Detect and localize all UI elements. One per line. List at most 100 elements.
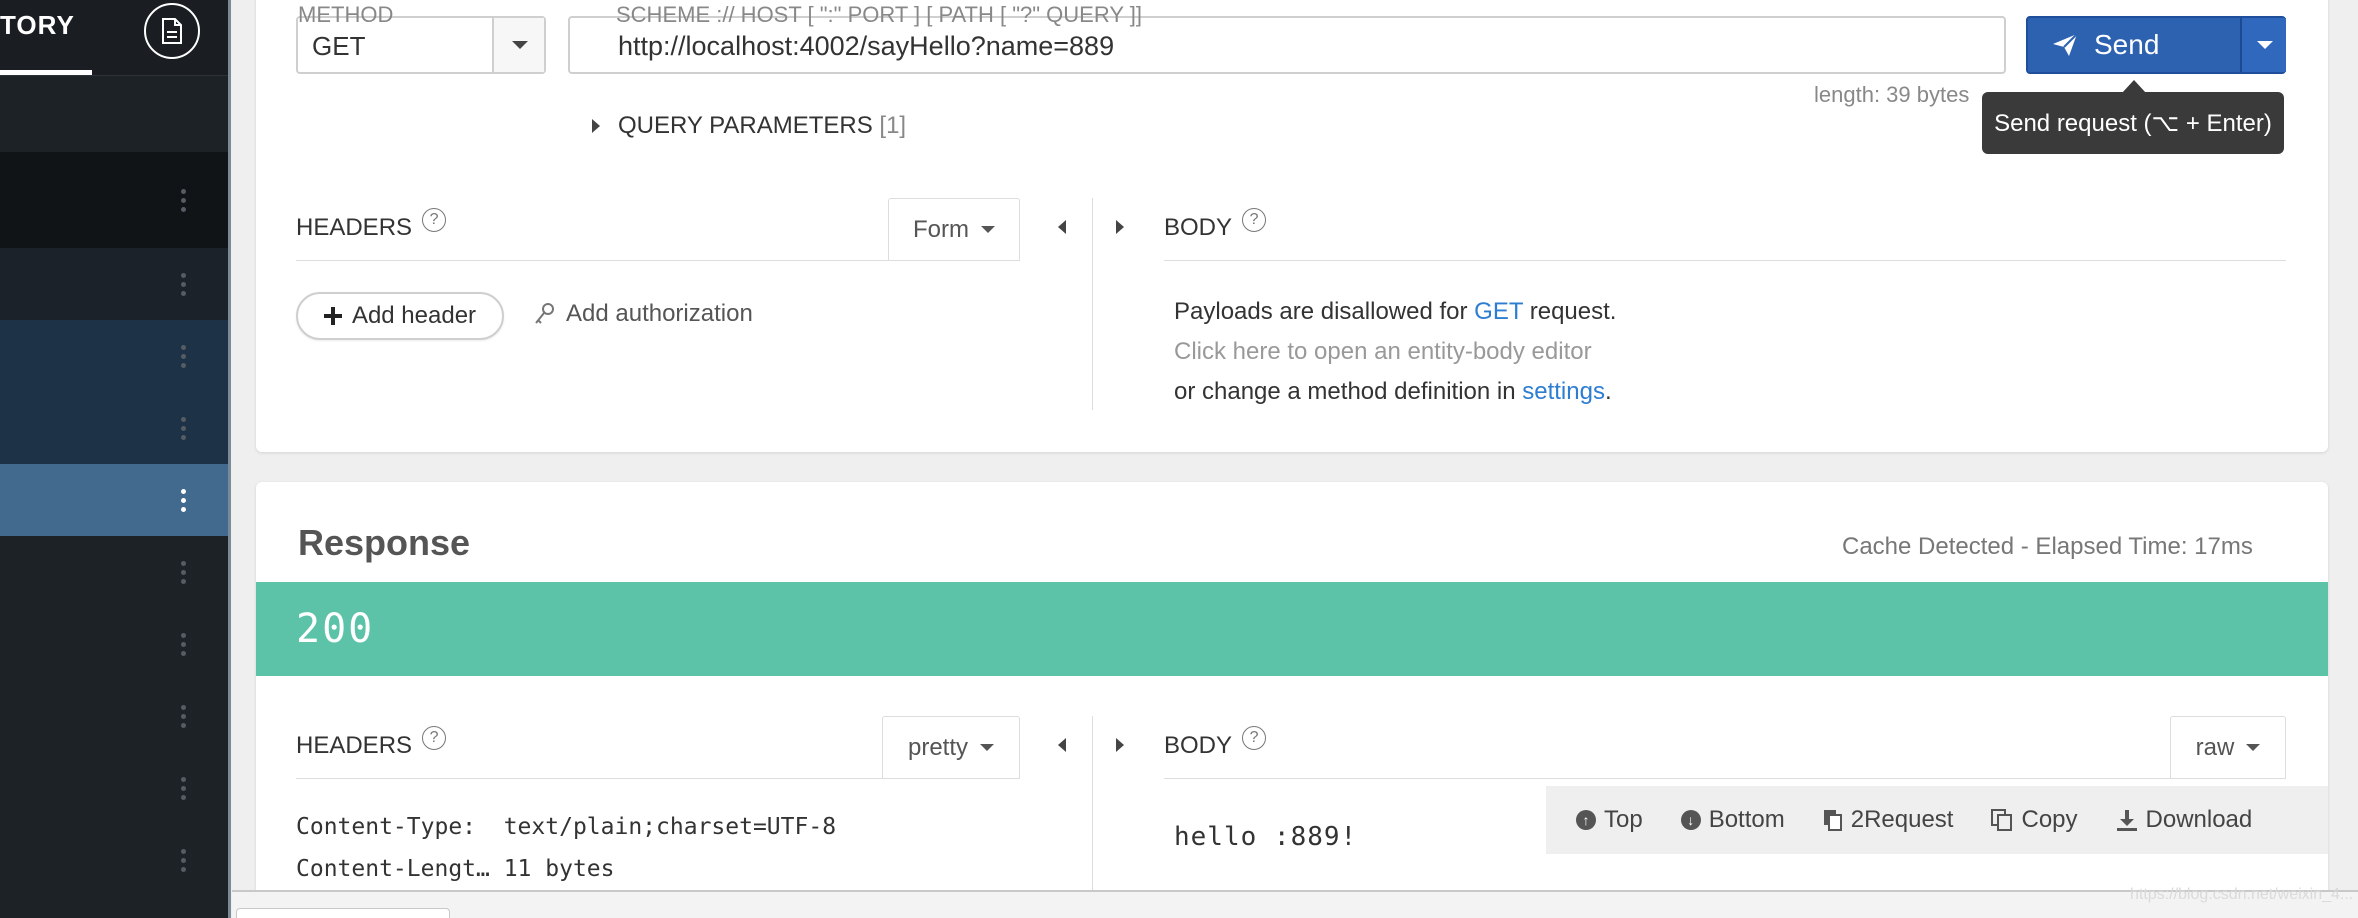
add-header-label: Add header: [351, 302, 477, 329]
scroll-bottom-button[interactable]: ↓ Bottom: [1680, 806, 1785, 834]
to-request-label: 2Request: [1850, 806, 1954, 833]
sidebar-history-item[interactable]: [0, 392, 228, 464]
chevron-down-icon: [512, 41, 528, 49]
collapse-left-icon[interactable]: [1058, 220, 1066, 234]
copy-label: Copy: [2021, 806, 2078, 833]
request-body-label: BODY: [1164, 214, 1233, 241]
sidebar-history-item[interactable]: [0, 464, 228, 536]
active-tab-indicator: [0, 70, 92, 75]
query-parameters-count: [1]: [879, 112, 907, 139]
more-options-icon[interactable]: [180, 189, 186, 212]
headers-mode-select[interactable]: Form: [888, 198, 1020, 260]
new-file-button[interactable]: [144, 3, 200, 59]
sidebar-history-item[interactable]: [0, 248, 228, 320]
sidebar-history-item[interactable]: [0, 76, 228, 152]
tab-history[interactable]: TORY: [0, 10, 75, 41]
collapse-right-icon[interactable]: [1116, 738, 1124, 752]
more-options-icon[interactable]: [180, 705, 186, 728]
response-toolbar: ↑ Top ↓ Bottom 2Request Copy Download: [1546, 786, 2328, 854]
sidebar-history-item[interactable]: [0, 152, 228, 248]
more-options-icon[interactable]: [180, 849, 186, 872]
response-body-label: BODY: [1164, 732, 1233, 759]
send-button[interactable]: Send: [2026, 16, 2286, 74]
more-options-icon[interactable]: [180, 489, 186, 512]
send-label: Send: [2094, 29, 2160, 60]
more-options-icon[interactable]: [180, 561, 186, 584]
response-body-mode-select[interactable]: raw: [2170, 716, 2286, 778]
chevron-down-icon: [980, 744, 995, 751]
scroll-top-label: Top: [1604, 806, 1643, 833]
more-options-icon[interactable]: [180, 417, 186, 440]
method-dropdown-toggle[interactable]: [492, 18, 544, 72]
bottom-tab[interactable]: [236, 908, 450, 918]
more-options-icon[interactable]: [180, 273, 186, 296]
status-code: 200: [296, 606, 375, 652]
plus-icon: [323, 307, 342, 325]
send-main[interactable]: Send: [2028, 18, 2238, 72]
payload-method-link[interactable]: GET: [1474, 298, 1523, 325]
sidebar-divider[interactable]: [228, 0, 231, 918]
method-select[interactable]: METHOD GET: [296, 2, 546, 74]
query-parameters-toggle[interactable]: QUERY PARAMETERS [1]: [592, 112, 906, 140]
response-headers-label: HEADERS: [296, 732, 413, 759]
response-header-line: Content-Type: text/plain;charset=UTF-8: [296, 814, 837, 840]
chevron-down-icon: [2257, 41, 2273, 49]
to-request-button[interactable]: 2Request: [1823, 806, 1954, 834]
help-icon[interactable]: ?: [1242, 726, 1267, 750]
sidebar-history-item[interactable]: [0, 320, 228, 392]
more-options-icon[interactable]: [180, 345, 186, 368]
caret-right-icon: [592, 119, 600, 133]
response-title: Response: [298, 522, 471, 563]
response-headers-mode-select[interactable]: pretty: [882, 716, 1020, 778]
collapse-left-icon[interactable]: [1058, 738, 1066, 752]
copy-button[interactable]: Copy: [1991, 806, 2078, 834]
sidebar-history-item[interactable]: [0, 824, 228, 896]
copy-to-request-icon: [1823, 810, 1842, 831]
url-format-label: SCHEME :// HOST [ ":" PORT ] [ PATH [ "?…: [616, 2, 1142, 27]
query-parameters-label: QUERY PARAMETERS: [618, 112, 873, 139]
help-icon[interactable]: ?: [1242, 208, 1267, 232]
sidebar-history-item[interactable]: [0, 608, 228, 680]
response-headers-mode-value: pretty: [907, 733, 969, 761]
divider: [1164, 260, 2286, 261]
settings-link[interactable]: settings: [1522, 378, 1605, 405]
add-header-button[interactable]: Add header: [296, 292, 504, 340]
divider: [1164, 778, 2286, 779]
url-input[interactable]: SCHEME :// HOST [ ":" PORT ] [ PATH [ "?…: [568, 2, 2006, 74]
file-icon: [162, 18, 182, 44]
more-options-icon[interactable]: [180, 777, 186, 800]
payload-message: Payloads are disallowed for GET request.: [1174, 298, 1616, 326]
method-label: METHOD: [298, 2, 394, 27]
sidebar-history-item[interactable]: [0, 680, 228, 752]
send-options-toggle[interactable]: [2240, 18, 2286, 72]
sidebar-history-item[interactable]: [0, 752, 228, 824]
download-label: Download: [2145, 806, 2253, 833]
scroll-top-button[interactable]: ↑ Top: [1576, 806, 1643, 834]
arrow-up-circle-icon: ↑: [1576, 810, 1596, 830]
panel-divider: [1092, 198, 1093, 410]
change-method-prefix: or change a method definition in: [1174, 378, 1523, 405]
status-bar: 200: [256, 582, 2328, 676]
url-value: http://localhost:4002/sayHello?name=889: [618, 31, 1115, 61]
help-icon[interactable]: ?: [422, 726, 447, 750]
response-body-title: BODY ?: [1164, 726, 1267, 760]
method-value: GET: [312, 31, 366, 61]
response-header-line: Content-Lengt… 11 bytes: [296, 856, 615, 882]
change-method-suffix: .: [1604, 378, 1612, 405]
arrow-down-circle-icon: ↓: [1680, 810, 1701, 830]
divider: [296, 778, 1020, 779]
sidebar-history-item[interactable]: [0, 536, 228, 608]
send-tooltip: Send request (⌥ + Enter): [1982, 92, 2284, 154]
open-entity-editor-link[interactable]: Click here to open an entity-body editor: [1174, 338, 1592, 366]
request-headers-label: HEADERS: [296, 214, 413, 241]
bottom-scrollbar[interactable]: [232, 890, 2358, 918]
panel-divider: [1092, 716, 1093, 892]
response-body-text: hello :889!: [1174, 822, 1358, 852]
help-icon[interactable]: ?: [422, 208, 447, 232]
collapse-right-icon[interactable]: [1116, 220, 1124, 234]
download-button[interactable]: Download: [2116, 806, 2253, 834]
sidebar-header: TORY: [0, 0, 228, 76]
sidebar: TORY: [0, 0, 228, 918]
add-authorization-link[interactable]: Add authorization: [534, 300, 753, 328]
more-options-icon[interactable]: [180, 633, 186, 656]
